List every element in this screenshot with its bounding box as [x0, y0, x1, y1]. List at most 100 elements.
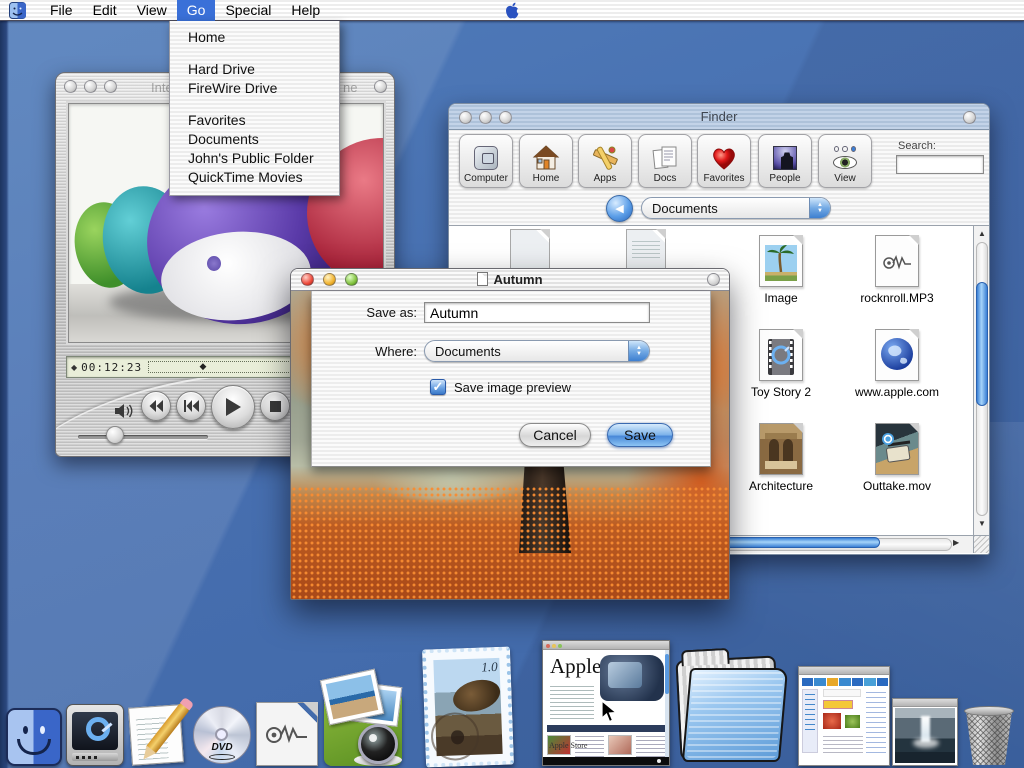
autumn-titlebar[interactable]: Autumn [291, 269, 729, 291]
dvd-oval [209, 754, 235, 760]
finder-app-icon[interactable] [9, 2, 26, 19]
file-label: www.apple.com [842, 385, 952, 399]
toolbar-docs-button[interactable]: Docs [638, 134, 692, 188]
file-outtake[interactable]: Outtake.mov [842, 423, 952, 493]
dock-minimized-waterfall-image[interactable] [892, 698, 958, 766]
mini-titlebar [543, 641, 669, 650]
toolbar-view-button[interactable]: View [818, 134, 872, 188]
dock-dvd-player-icon[interactable]: DVD [192, 704, 252, 766]
apps-icon [591, 144, 619, 172]
dock-image-capture-icon[interactable] [324, 670, 402, 766]
dvd-hole [215, 728, 228, 741]
checkbox-label: Save image preview [454, 380, 571, 395]
eagle [449, 675, 503, 717]
where-popup[interactable]: Documents ▲▼ [424, 340, 650, 362]
file-rocknroll[interactable]: rocknroll.MP3 [842, 235, 952, 305]
menu-help[interactable]: Help [281, 0, 330, 21]
go-menu-johns-public-folder[interactable]: John's Public Folder [170, 149, 339, 168]
minimize-button[interactable] [84, 80, 97, 93]
dock-mail-icon[interactable]: 1.0 [422, 647, 514, 768]
home-icon [532, 144, 560, 172]
skip-to-start-button[interactable] [176, 391, 206, 421]
where-label: Where: [342, 344, 417, 359]
file-label: Outtake.mov [842, 479, 952, 493]
movie-doc-icon [759, 329, 803, 381]
search-input[interactable] [896, 155, 984, 174]
toolbar-home-button[interactable]: Home [519, 134, 573, 188]
rewind-button[interactable] [141, 391, 171, 421]
scroll-down-icon[interactable]: ▼ [974, 516, 990, 532]
volume-slider-knob[interactable] [106, 426, 124, 444]
menu-separator [170, 98, 339, 111]
file-icon-partial[interactable] [626, 229, 666, 273]
menu-view[interactable]: View [127, 0, 177, 21]
volume-slider-track[interactable] [78, 435, 208, 439]
finder-titlebar[interactable]: Finder [449, 104, 989, 130]
file-icon-partial[interactable] [510, 229, 550, 273]
site-logo [823, 689, 861, 697]
playhead-icon[interactable]: ◆ [199, 361, 206, 372]
people-icon [771, 144, 799, 172]
promo-bar [823, 700, 853, 709]
ad-black-footer [543, 757, 669, 765]
dock-finder-icon[interactable] [6, 708, 62, 766]
toolbar-people-button[interactable]: People [758, 134, 812, 188]
resize-grip[interactable] [973, 535, 990, 553]
view-eye-icon [831, 144, 859, 172]
menu-go[interactable]: Go [177, 0, 216, 21]
waterfall-photo [895, 708, 955, 763]
vertical-scroll-thumb[interactable] [976, 282, 988, 406]
window-title-fragment: ne [343, 80, 357, 95]
save-preview-checkbox[interactable]: ✓ [430, 379, 446, 395]
mini-titlebar [799, 667, 889, 675]
menu-special[interactable]: Special [215, 0, 281, 21]
apple-logo-badge [207, 256, 221, 271]
stop-button[interactable] [260, 391, 290, 421]
cancel-button[interactable]: Cancel [519, 423, 591, 447]
dock-minimized-browser-window[interactable] [798, 666, 890, 766]
photo-icon [759, 423, 803, 475]
back-button[interactable]: ◀ [606, 195, 633, 222]
go-menu-firewire-drive[interactable]: FireWire Drive [170, 79, 339, 98]
go-menu-favorites[interactable]: Favorites [170, 111, 339, 130]
dock-quicktime-icon[interactable] [66, 704, 124, 766]
ad-imac-image [600, 655, 664, 701]
vertical-scrollbar[interactable]: ▲ ▼ [973, 226, 990, 535]
file-toystory[interactable]: Toy Story 2 [726, 329, 836, 399]
toolbar-computer-button[interactable]: Computer [459, 134, 513, 188]
go-menu-quicktime-movies[interactable]: QuickTime Movies [170, 168, 339, 187]
autumn-window[interactable]: Autumn Save as: Where: Documents ▲▼ ✓ Sa… [290, 268, 730, 600]
toolbar-apps-button[interactable]: Apps [578, 134, 632, 188]
window-button[interactable] [374, 80, 387, 93]
menu-edit[interactable]: Edit [83, 0, 127, 21]
image-doc-icon [759, 235, 803, 287]
document-icon [477, 272, 488, 286]
go-menu-hard-drive[interactable]: Hard Drive [170, 60, 339, 79]
right-links [866, 689, 886, 753]
save-as-input[interactable] [424, 302, 650, 323]
menu-file[interactable]: File [40, 0, 83, 21]
save-button[interactable]: Save [607, 423, 673, 447]
zoom-button[interactable] [104, 80, 117, 93]
ad-headline: Apple [550, 654, 601, 679]
dock-textedit-icon[interactable] [128, 704, 188, 766]
dock-trash-icon[interactable] [964, 706, 1014, 766]
mouse-cursor [600, 700, 622, 729]
popup-stepper-icon: ▲▼ [809, 198, 830, 218]
go-menu-home[interactable]: Home [170, 28, 339, 47]
qt-screen [72, 712, 118, 750]
back-icon: ◀ [615, 202, 623, 215]
close-button[interactable] [64, 80, 77, 93]
audio-doc-icon [875, 235, 919, 287]
play-button[interactable] [211, 385, 255, 429]
go-menu-documents[interactable]: Documents [170, 130, 339, 149]
toolbar-favorites-button[interactable]: Favorites [697, 134, 751, 188]
scroll-right-icon[interactable]: ▶ [953, 538, 959, 547]
dock-documents-folder-icon[interactable] [674, 652, 788, 766]
location-popup[interactable]: Documents ▲▼ [641, 197, 831, 219]
dock-audio-doc-icon[interactable] [256, 702, 318, 766]
file-architecture[interactable]: Architecture [726, 423, 836, 493]
scroll-up-icon[interactable]: ▲ [974, 226, 990, 242]
file-image[interactable]: Image [726, 235, 836, 305]
file-applecom[interactable]: www.apple.com [842, 329, 952, 399]
